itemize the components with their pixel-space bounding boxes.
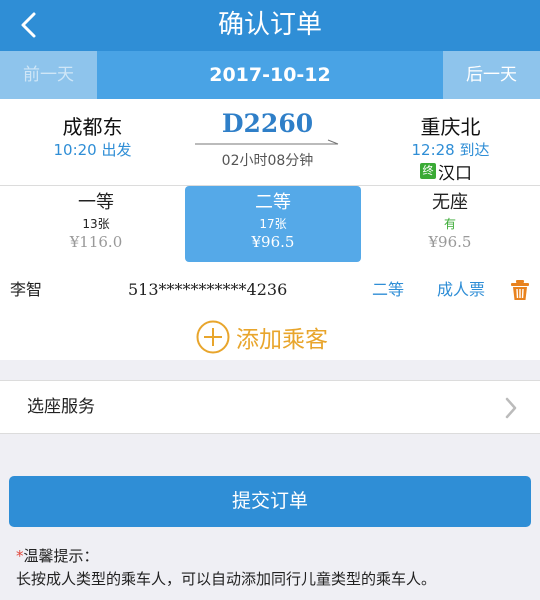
next-day-button[interactable]: 后一天 [443, 51, 540, 99]
terminus-badge: 终 [420, 163, 436, 179]
seat-option-second-class[interactable]: 二等 17张 ¥96.5 [185, 186, 361, 262]
train-info: 成都东 10:20 出发 D2260 02小时08分钟 重庆北 12:28 到达… [0, 99, 540, 185]
passenger-row[interactable]: 李智 513***********4236 二等 成人票 [0, 266, 540, 313]
arrival-station: 重庆北 [420, 115, 481, 139]
prev-day-button[interactable]: 前一天 [0, 51, 97, 99]
plus-circle-icon [196, 320, 230, 354]
date-bar: 前一天 2017-10-12 后一天 [0, 51, 540, 99]
seat-class-selector: 一等 13张 ¥116.0 二等 17张 ¥96.5 无座 有 ¥96.5 [0, 186, 540, 266]
seat-count: 17张 [259, 217, 287, 231]
departure-time: 10:20 出发 [53, 141, 132, 159]
current-date: 2017-10-12 [209, 64, 331, 86]
tips-title: *温馨提示： [16, 545, 99, 566]
arrival-time: 12:28 到达 [411, 141, 490, 159]
passenger-name: 李智 [10, 280, 43, 299]
add-passenger-button[interactable]: 添加乘客 [0, 313, 540, 360]
chevron-right-icon [505, 397, 517, 419]
terminus: 终 汉口 [420, 161, 472, 184]
seat-price: ¥116.0 [69, 233, 123, 251]
passenger-seat-class[interactable]: 二等 [372, 266, 404, 313]
seat-class-name: 二等 [255, 192, 291, 213]
add-passenger-label: 添加乘客 [236, 327, 328, 353]
trip-duration: 02小时08分钟 [221, 153, 314, 169]
seat-class-name: 一等 [78, 192, 114, 213]
page-title: 确认订单 [217, 10, 322, 40]
seat-option-first-class[interactable]: 一等 13张 ¥116.0 [8, 186, 184, 262]
tips-text: 长按成人类型的乘车人，可以自动添加同行儿童类型的乘车人。 [16, 570, 437, 588]
seat-service-row[interactable]: 选座服务 [0, 380, 540, 434]
trash-icon[interactable] [509, 279, 531, 301]
seat-price: ¥96.5 [428, 233, 472, 251]
seat-count: 有 [443, 217, 456, 231]
tips-title-text: 温馨提示： [23, 547, 99, 565]
top-bar: 确认订单 [0, 0, 540, 51]
add-passenger-inner: 添加乘客 [196, 320, 328, 354]
tips-star: * [16, 547, 24, 565]
seat-price: ¥96.5 [251, 233, 295, 251]
departure-station: 成都东 [62, 115, 123, 139]
submit-order-button[interactable]: 提交订单 [9, 476, 531, 527]
arrow-line-icon [195, 139, 339, 145]
passenger-ticket-type[interactable]: 成人票 [437, 266, 485, 313]
train-number: D2260 [221, 109, 314, 138]
seat-service-label: 选座服务 [27, 397, 95, 417]
passenger-id: 513***********4236 [128, 280, 288, 299]
seat-option-no-seat[interactable]: 无座 有 ¥96.5 [362, 186, 538, 262]
seat-class-name: 无座 [432, 192, 468, 213]
terminus-station: 汉口 [438, 163, 472, 184]
seat-count: 13张 [82, 217, 110, 231]
